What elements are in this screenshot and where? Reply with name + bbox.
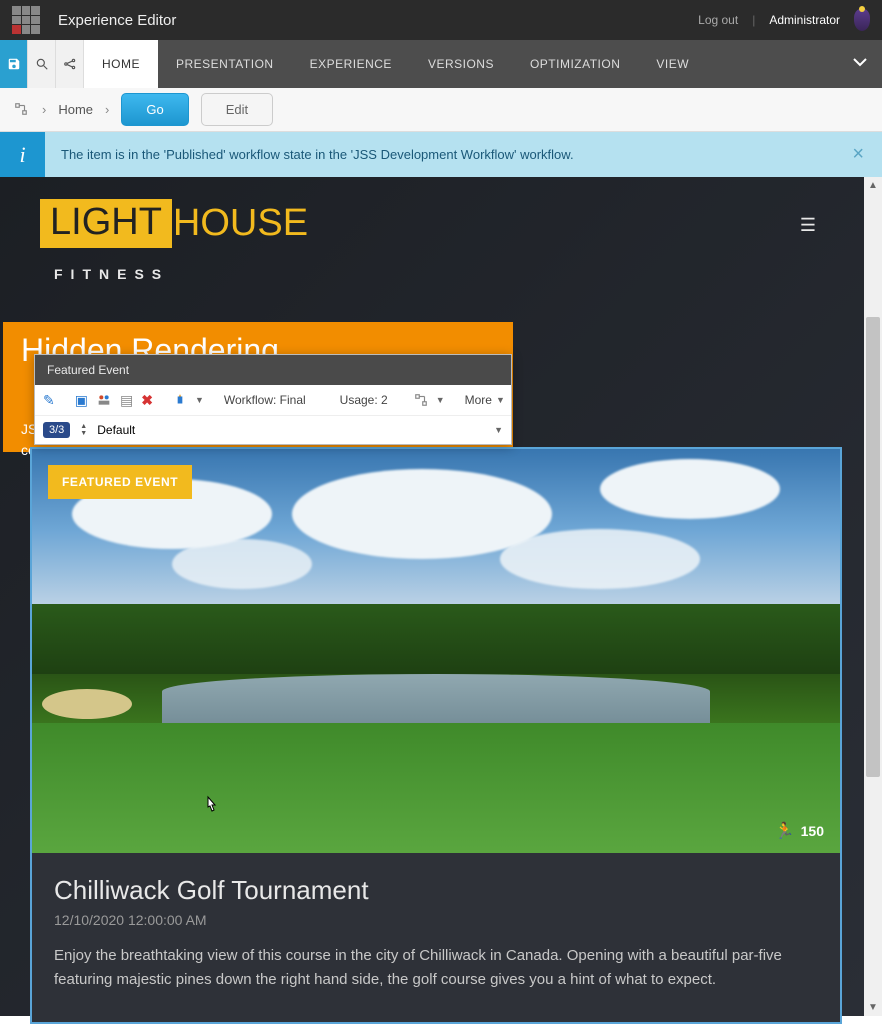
variant-spinner[interactable]: ▲▼ [80, 423, 87, 437]
search-icon[interactable] [28, 40, 56, 88]
scroll-up-icon[interactable]: ▲ [868, 180, 878, 191]
scrollbar-thumb[interactable] [866, 317, 880, 777]
chevron-down-icon[interactable]: ▼ [195, 395, 204, 405]
usage-label[interactable]: Usage: 2 [340, 393, 388, 407]
site-logo[interactable]: LIGHT HOUSE FITNESS [40, 199, 308, 282]
site-header: LIGHT HOUSE FITNESS ☰ [0, 177, 882, 282]
card-title[interactable]: Chilliwack Golf Tournament [54, 875, 818, 906]
variant-count-badge: 3/3 [43, 422, 70, 438]
notification-close-icon[interactable]: × [834, 143, 882, 166]
breadcrumb-bar: › Home › Go Edit [0, 88, 882, 132]
tree-icon[interactable] [14, 102, 30, 118]
logo-tagline: FITNESS [54, 266, 308, 282]
participant-count: 150 [801, 823, 824, 839]
ribbon-collapse-icon[interactable] [852, 54, 868, 72]
logo-part1: LIGHT [40, 199, 172, 248]
notification-bar: i The item is in the 'Published' workflo… [0, 132, 882, 177]
chevron-icon: › [105, 102, 109, 117]
lock-icon[interactable] [173, 392, 187, 408]
datasource-icon[interactable]: ▣ [75, 392, 88, 408]
logo-part2: HOUSE [172, 202, 308, 245]
save-icon[interactable] [0, 40, 28, 88]
app-logo-icon [12, 6, 40, 34]
chevron-down-icon[interactable]: ▼ [494, 425, 503, 435]
vertical-scrollbar[interactable]: ▲ ▼ [864, 177, 882, 1016]
component-toolbar: Featured Event ✎ ▣ ▤ ✖ ▼ Workflow: Final… [34, 354, 512, 445]
go-button[interactable]: Go [121, 93, 188, 126]
participant-badge: 🏃 150 [775, 821, 824, 841]
move-icon[interactable] [414, 392, 428, 408]
hamburger-menu-icon[interactable]: ☰ [800, 199, 842, 236]
page-viewport: LIGHT HOUSE FITNESS ☰ Hidden Rendering J… [0, 177, 882, 1016]
wizard-avatar-icon[interactable] [854, 9, 870, 31]
user-name[interactable]: Administrator [769, 13, 840, 27]
card-image: FEATURED EVENT 🏃 150 [32, 449, 840, 853]
logout-link[interactable]: Log out [698, 13, 738, 27]
personalize-icon[interactable] [96, 392, 112, 408]
info-icon: i [0, 132, 45, 177]
ribbon: HOME PRESENTATION EXPERIENCE VERSIONS OP… [0, 40, 882, 88]
chevron-down-icon[interactable]: ▼ [436, 395, 445, 405]
toolbar-header: Featured Event [35, 355, 511, 385]
card-body: Chilliwack Golf Tournament 12/10/2020 12… [32, 853, 840, 1022]
tab-presentation[interactable]: PRESENTATION [158, 40, 292, 88]
card-date[interactable]: 12/10/2020 12:00:00 AM [54, 912, 818, 928]
test-icon[interactable]: ▤ [120, 392, 133, 408]
share-icon[interactable] [56, 40, 84, 88]
delete-icon[interactable]: ✖ [141, 392, 153, 408]
workflow-label[interactable]: Workflow: Final [224, 393, 306, 407]
tab-view[interactable]: VIEW [638, 40, 707, 88]
tab-home[interactable]: HOME [84, 40, 158, 88]
app-bar: Experience Editor Log out | Administrato… [0, 0, 882, 40]
edit-button[interactable]: Edit [201, 93, 273, 126]
app-title: Experience Editor [58, 12, 176, 29]
runner-icon: 🏃 [775, 821, 795, 841]
notification-text: The item is in the 'Published' workflow … [45, 147, 834, 162]
cursor-pointer-icon [202, 795, 220, 822]
card-description[interactable]: Enjoy the breathtaking view of this cour… [54, 944, 818, 992]
variant-label[interactable]: Default [97, 423, 484, 437]
tab-optimization[interactable]: OPTIMIZATION [512, 40, 638, 88]
tab-experience[interactable]: EXPERIENCE [292, 40, 410, 88]
scroll-down-icon[interactable]: ▼ [868, 1002, 878, 1013]
edit-pencil-icon[interactable]: ✎ [43, 392, 55, 408]
breadcrumb-home[interactable]: Home [58, 102, 93, 117]
chevron-icon: › [42, 102, 46, 117]
chevron-down-icon: ▼ [496, 395, 505, 405]
tab-versions[interactable]: VERSIONS [410, 40, 512, 88]
featured-event-card[interactable]: FEATURED EVENT 🏃 150 Chilliwack Golf Tou… [30, 447, 842, 1024]
more-dropdown[interactable]: More ▼ [465, 393, 505, 407]
divider: | [752, 13, 755, 27]
featured-badge: FEATURED EVENT [48, 465, 192, 499]
